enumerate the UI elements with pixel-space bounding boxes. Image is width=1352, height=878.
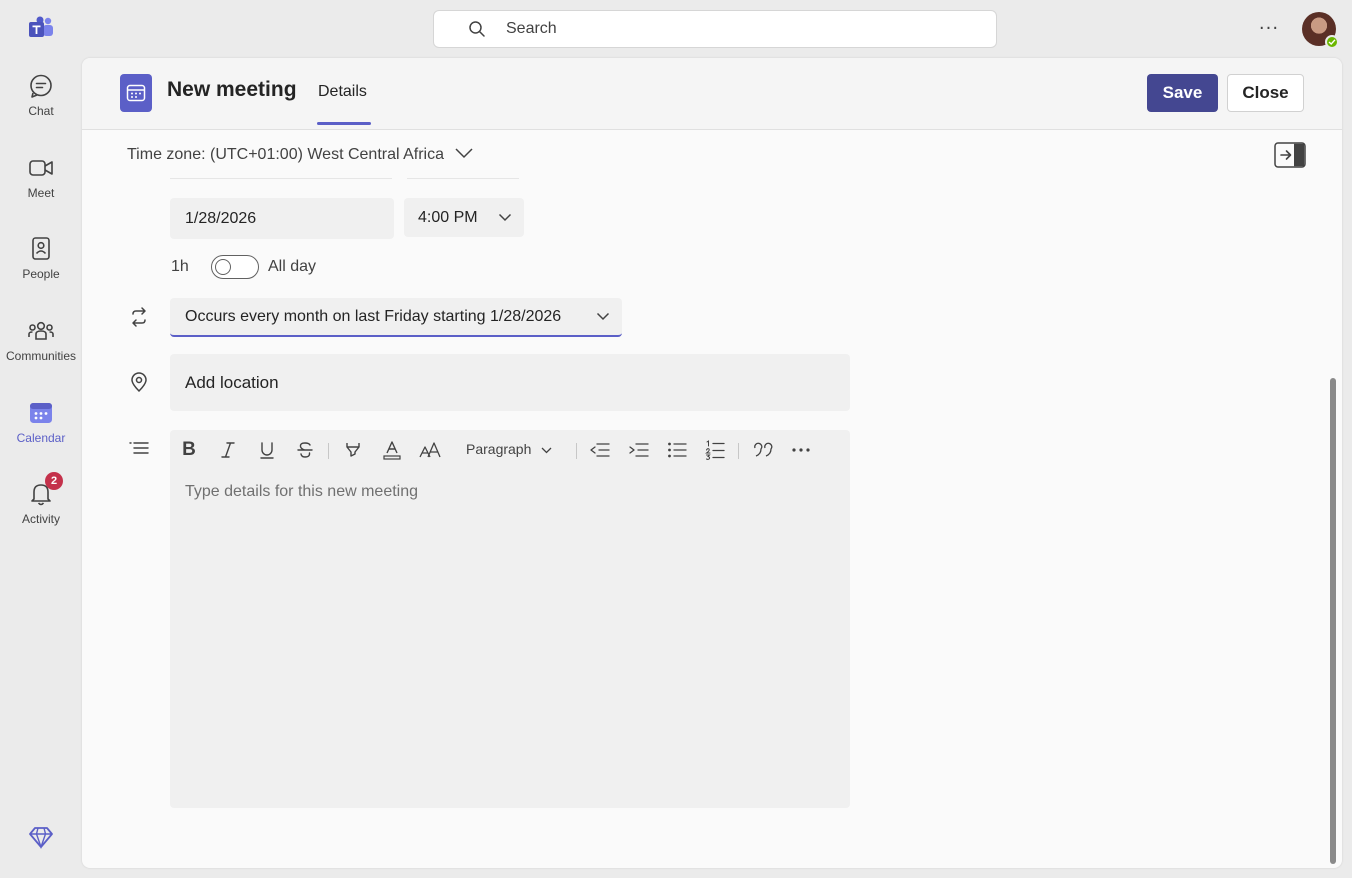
details-list-icon — [128, 438, 150, 460]
meeting-header: New meeting Details Save Close — [82, 58, 1342, 130]
chat-icon — [27, 72, 55, 100]
rail-item-label: People — [22, 267, 60, 281]
search-box[interactable]: Search — [433, 10, 997, 48]
repeat-icon — [128, 306, 150, 328]
rail-item-label: Communities — [5, 349, 77, 363]
chevron-down-icon — [541, 441, 552, 457]
timezone-selector[interactable]: Time zone: (UTC+01:00) West Central Afri… — [127, 146, 474, 164]
location-input[interactable]: Add location — [170, 354, 850, 411]
presence-available-icon — [1325, 35, 1339, 49]
end-time-dropdown[interactable]: 4:00 PM — [404, 198, 524, 237]
rail-item-activity[interactable]: 2 Activity — [0, 466, 82, 536]
tab-active-indicator — [317, 122, 371, 125]
rail-item-label: Calendar — [16, 431, 66, 445]
toolbar-separator — [576, 443, 577, 459]
recurrence-value: Occurs every month on last Friday starti… — [185, 307, 562, 325]
more-formatting-icon[interactable] — [789, 438, 813, 462]
toolbar-separator — [328, 443, 329, 459]
bell-icon: 2 — [27, 472, 63, 508]
divider — [170, 178, 392, 179]
underline-icon[interactable] — [255, 438, 279, 462]
close-button[interactable]: Close — [1227, 74, 1304, 112]
communities-icon — [27, 317, 55, 345]
font-size-icon[interactable] — [418, 438, 442, 462]
recurrence-dropdown[interactable]: Occurs every month on last Friday starti… — [170, 298, 622, 337]
app-rail: Chat Meet People Communities Calendar 2 … — [0, 0, 82, 878]
vertical-scrollbar[interactable] — [1330, 378, 1336, 864]
avatar[interactable] — [1302, 12, 1339, 49]
tab-details[interactable]: Details — [318, 83, 367, 101]
meeting-calendar-icon — [120, 74, 152, 112]
rail-item-people[interactable]: People — [0, 221, 82, 291]
rail-item-meet[interactable]: Meet — [0, 140, 82, 210]
rail-item-label: Activity — [21, 512, 60, 526]
bulleted-list-icon[interactable] — [665, 438, 689, 462]
contact-card-icon — [27, 235, 55, 263]
toggle-knob — [215, 259, 231, 275]
editor-placeholder: Type details for this new meeting — [185, 483, 419, 500]
rail-item-label: Chat — [28, 104, 54, 118]
search-placeholder: Search — [506, 20, 557, 37]
strikethrough-icon[interactable] — [293, 438, 317, 462]
rail-item-label: Meet — [27, 186, 55, 200]
decrease-indent-icon[interactable] — [588, 438, 612, 462]
end-date-field[interactable]: 1/28/2026 — [170, 198, 394, 239]
save-button[interactable]: Save — [1147, 74, 1218, 112]
chevron-down-icon — [498, 209, 512, 227]
font-color-icon[interactable] — [380, 438, 404, 462]
more-options-icon[interactable]: ··· — [1256, 18, 1282, 40]
meeting-details-editor[interactable]: B Paragraph Type details for this new me… — [170, 430, 850, 808]
rail-item-chat[interactable]: Chat — [0, 58, 82, 128]
highlight-icon[interactable] — [341, 438, 365, 462]
timezone-label: Time zone: (UTC+01:00) West Central Afri… — [127, 146, 444, 163]
meeting-panel: New meeting Details Save Close Time zone… — [82, 58, 1342, 868]
location-placeholder: Add location — [185, 372, 279, 392]
page-title: New meeting — [167, 78, 297, 101]
chevron-down-icon — [596, 308, 610, 326]
rail-item-calendar[interactable]: Calendar — [0, 385, 82, 455]
toolbar-separator — [738, 443, 739, 459]
activity-badge: 2 — [45, 472, 63, 490]
paragraph-style-value: Paragraph — [466, 441, 532, 457]
numbered-list-icon[interactable] — [703, 438, 727, 462]
rail-item-communities[interactable]: Communities — [0, 303, 82, 373]
quote-icon[interactable] — [751, 438, 775, 462]
divider — [407, 178, 519, 179]
premium-diamond-icon[interactable] — [28, 824, 54, 850]
all-day-label: All day — [268, 258, 317, 275]
end-time-value: 4:00 PM — [418, 208, 478, 226]
chevron-down-icon — [454, 146, 474, 164]
format-toolbar: B Paragraph — [170, 430, 850, 470]
bold-icon[interactable]: B — [177, 438, 201, 462]
end-date-value: 1/28/2026 — [185, 209, 257, 227]
video-camera-icon — [27, 154, 55, 182]
teams-logo-icon[interactable] — [28, 16, 54, 40]
increase-indent-icon[interactable] — [627, 438, 651, 462]
paragraph-style-dropdown[interactable]: Paragraph — [466, 441, 552, 457]
duration-label: 1h — [171, 258, 189, 275]
all-day-toggle[interactable] — [211, 255, 259, 279]
calendar-icon — [27, 399, 55, 427]
location-pin-icon — [128, 371, 150, 393]
side-panel-toggle-icon[interactable] — [1274, 142, 1306, 168]
search-icon — [468, 20, 486, 38]
italic-icon[interactable] — [216, 438, 240, 462]
